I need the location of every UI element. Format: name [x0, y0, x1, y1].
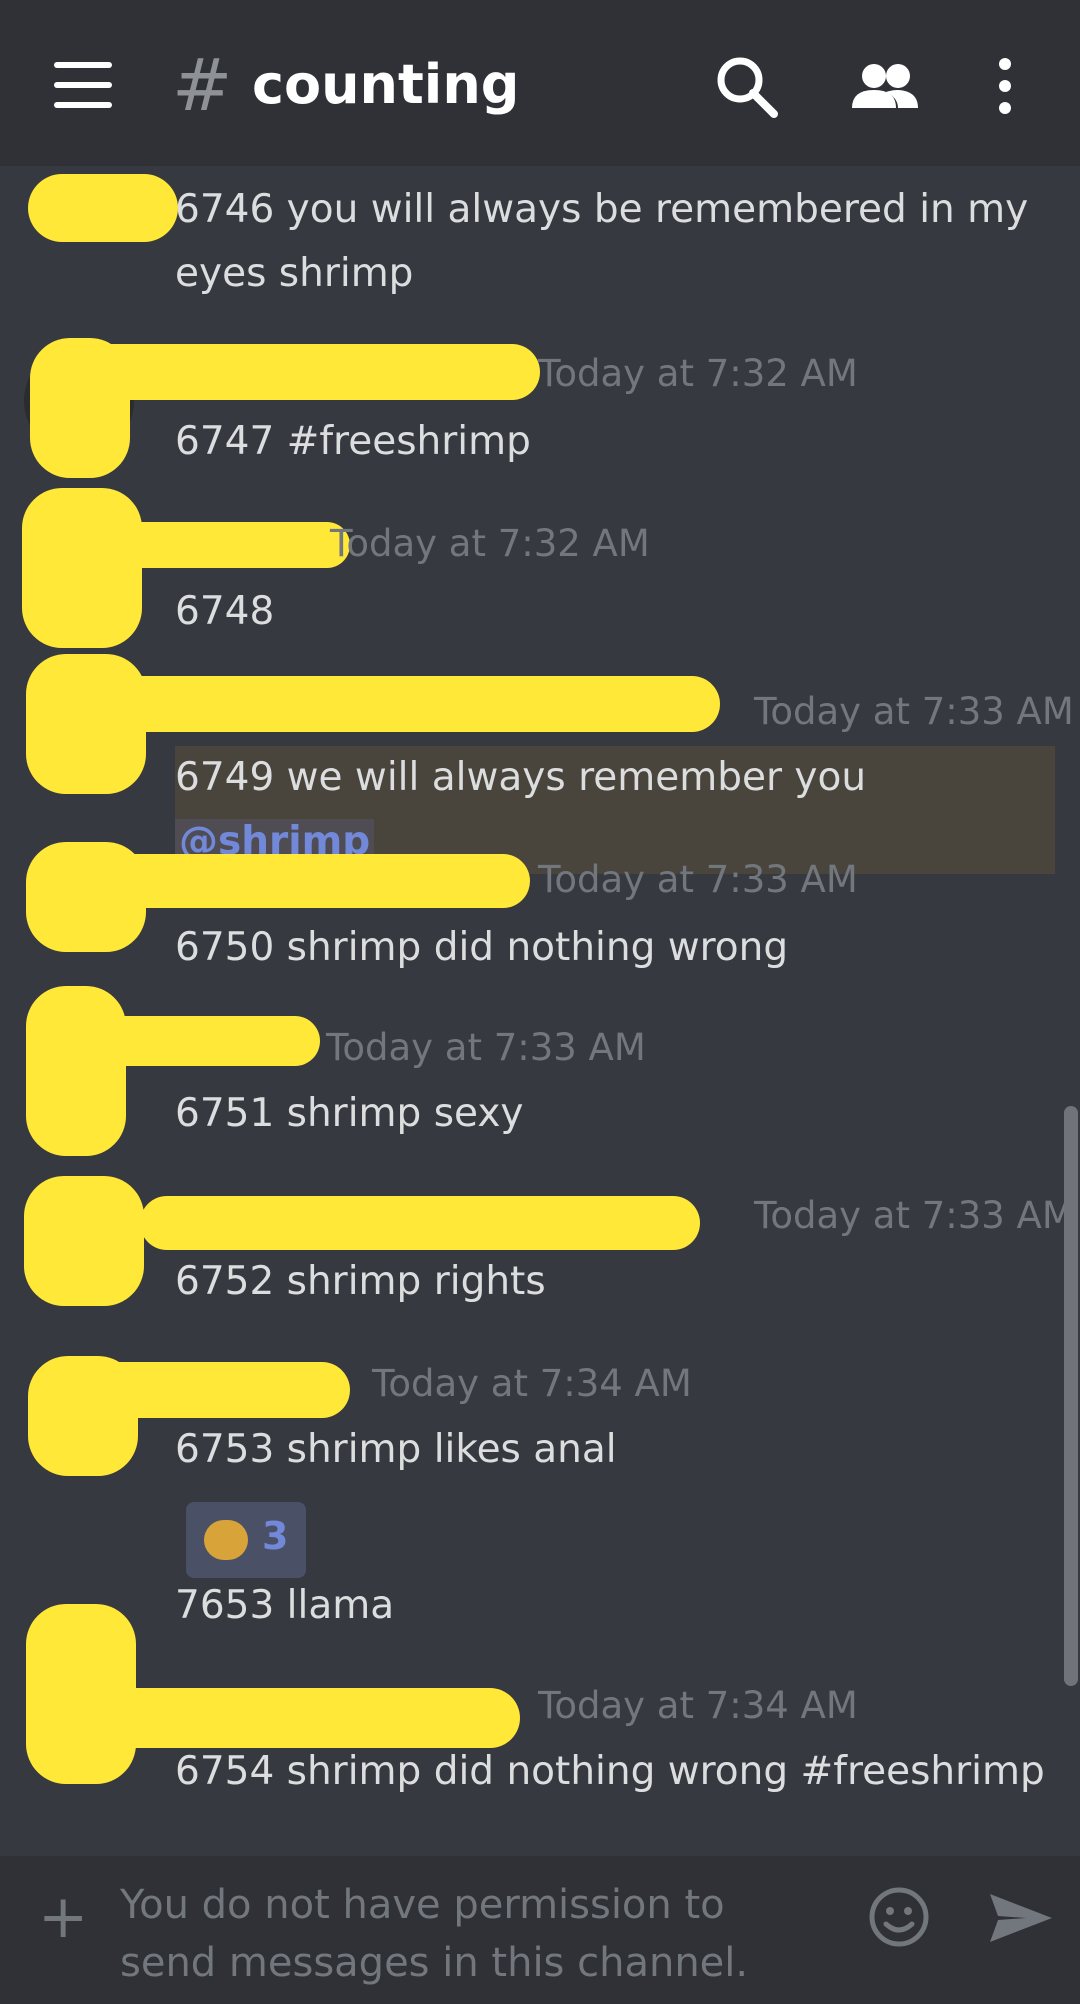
message-text: 7653 llama [175, 1583, 395, 1628]
message-timestamp: Today at 7:34 AM [538, 1684, 858, 1727]
reaction-button[interactable]: 3 [186, 1502, 306, 1578]
scrollbar[interactable] [1064, 1106, 1078, 1686]
send-icon[interactable] [986, 1888, 1056, 1948]
emoji-reaction-icon [204, 1520, 248, 1560]
redaction-scribble [22, 488, 142, 648]
message-text: 6751 shrimp sexy [175, 1091, 524, 1136]
message-text: 6747 #freeshrimp [175, 419, 531, 464]
redaction-scribble [140, 1196, 700, 1250]
message-input-placeholder: You do not have permission to send messa… [120, 1882, 749, 1986]
message-text: 6750 shrimp did nothing wrong [175, 925, 789, 970]
message-timestamp: Today at 7:33 AM [538, 858, 858, 901]
redaction-scribble [60, 344, 540, 400]
redaction-scribble [26, 986, 126, 1156]
message-composer: + You do not have permission to send mes… [0, 1856, 1080, 2004]
channel-header: # counting [0, 0, 1080, 166]
hamburger-icon[interactable] [54, 62, 114, 108]
message-text: 6752 shrimp rights [175, 1259, 546, 1304]
more-vertical-icon[interactable] [985, 52, 1025, 122]
channel-hash-icon: # [172, 43, 233, 127]
emoji-icon[interactable] [868, 1886, 930, 1948]
members-icon[interactable] [850, 52, 920, 122]
redaction-scribble [60, 522, 350, 568]
message-timestamp: Today at 7:33 AM [754, 690, 1074, 733]
redaction-scribble [60, 676, 720, 732]
message-text: 6746 you will always be remembered in my… [175, 187, 1029, 296]
message-text: 6748 [175, 589, 275, 634]
redaction-scribble [28, 174, 178, 242]
redaction-scribble [60, 854, 530, 908]
redaction-scribble [80, 1688, 520, 1748]
message-text: 6753 shrimp likes anal [175, 1427, 617, 1472]
channel-title: counting [252, 53, 520, 116]
reaction-count: 3 [262, 1514, 289, 1558]
message-text-part: 6749 we will always remember you [175, 755, 867, 800]
redaction-scribble [24, 1176, 144, 1306]
message-timestamp: Today at 7:32 AM [330, 522, 650, 565]
search-icon[interactable] [712, 52, 782, 122]
message-list[interactable]: 6746 you will always be remembered in my… [0, 166, 1080, 1856]
message-text: 6754 shrimp did nothing wrong #freeshrim… [175, 1749, 1045, 1794]
message-timestamp: Today at 7:34 AM [372, 1362, 692, 1405]
plus-icon[interactable]: + [38, 1882, 88, 1952]
redaction-scribble [60, 1016, 320, 1066]
redaction-scribble [90, 1362, 350, 1418]
message-timestamp: Today at 7:33 AM [326, 1026, 646, 1069]
message-timestamp: Today at 7:33 AM [754, 1194, 1074, 1237]
message-timestamp: Today at 7:32 AM [538, 352, 858, 395]
